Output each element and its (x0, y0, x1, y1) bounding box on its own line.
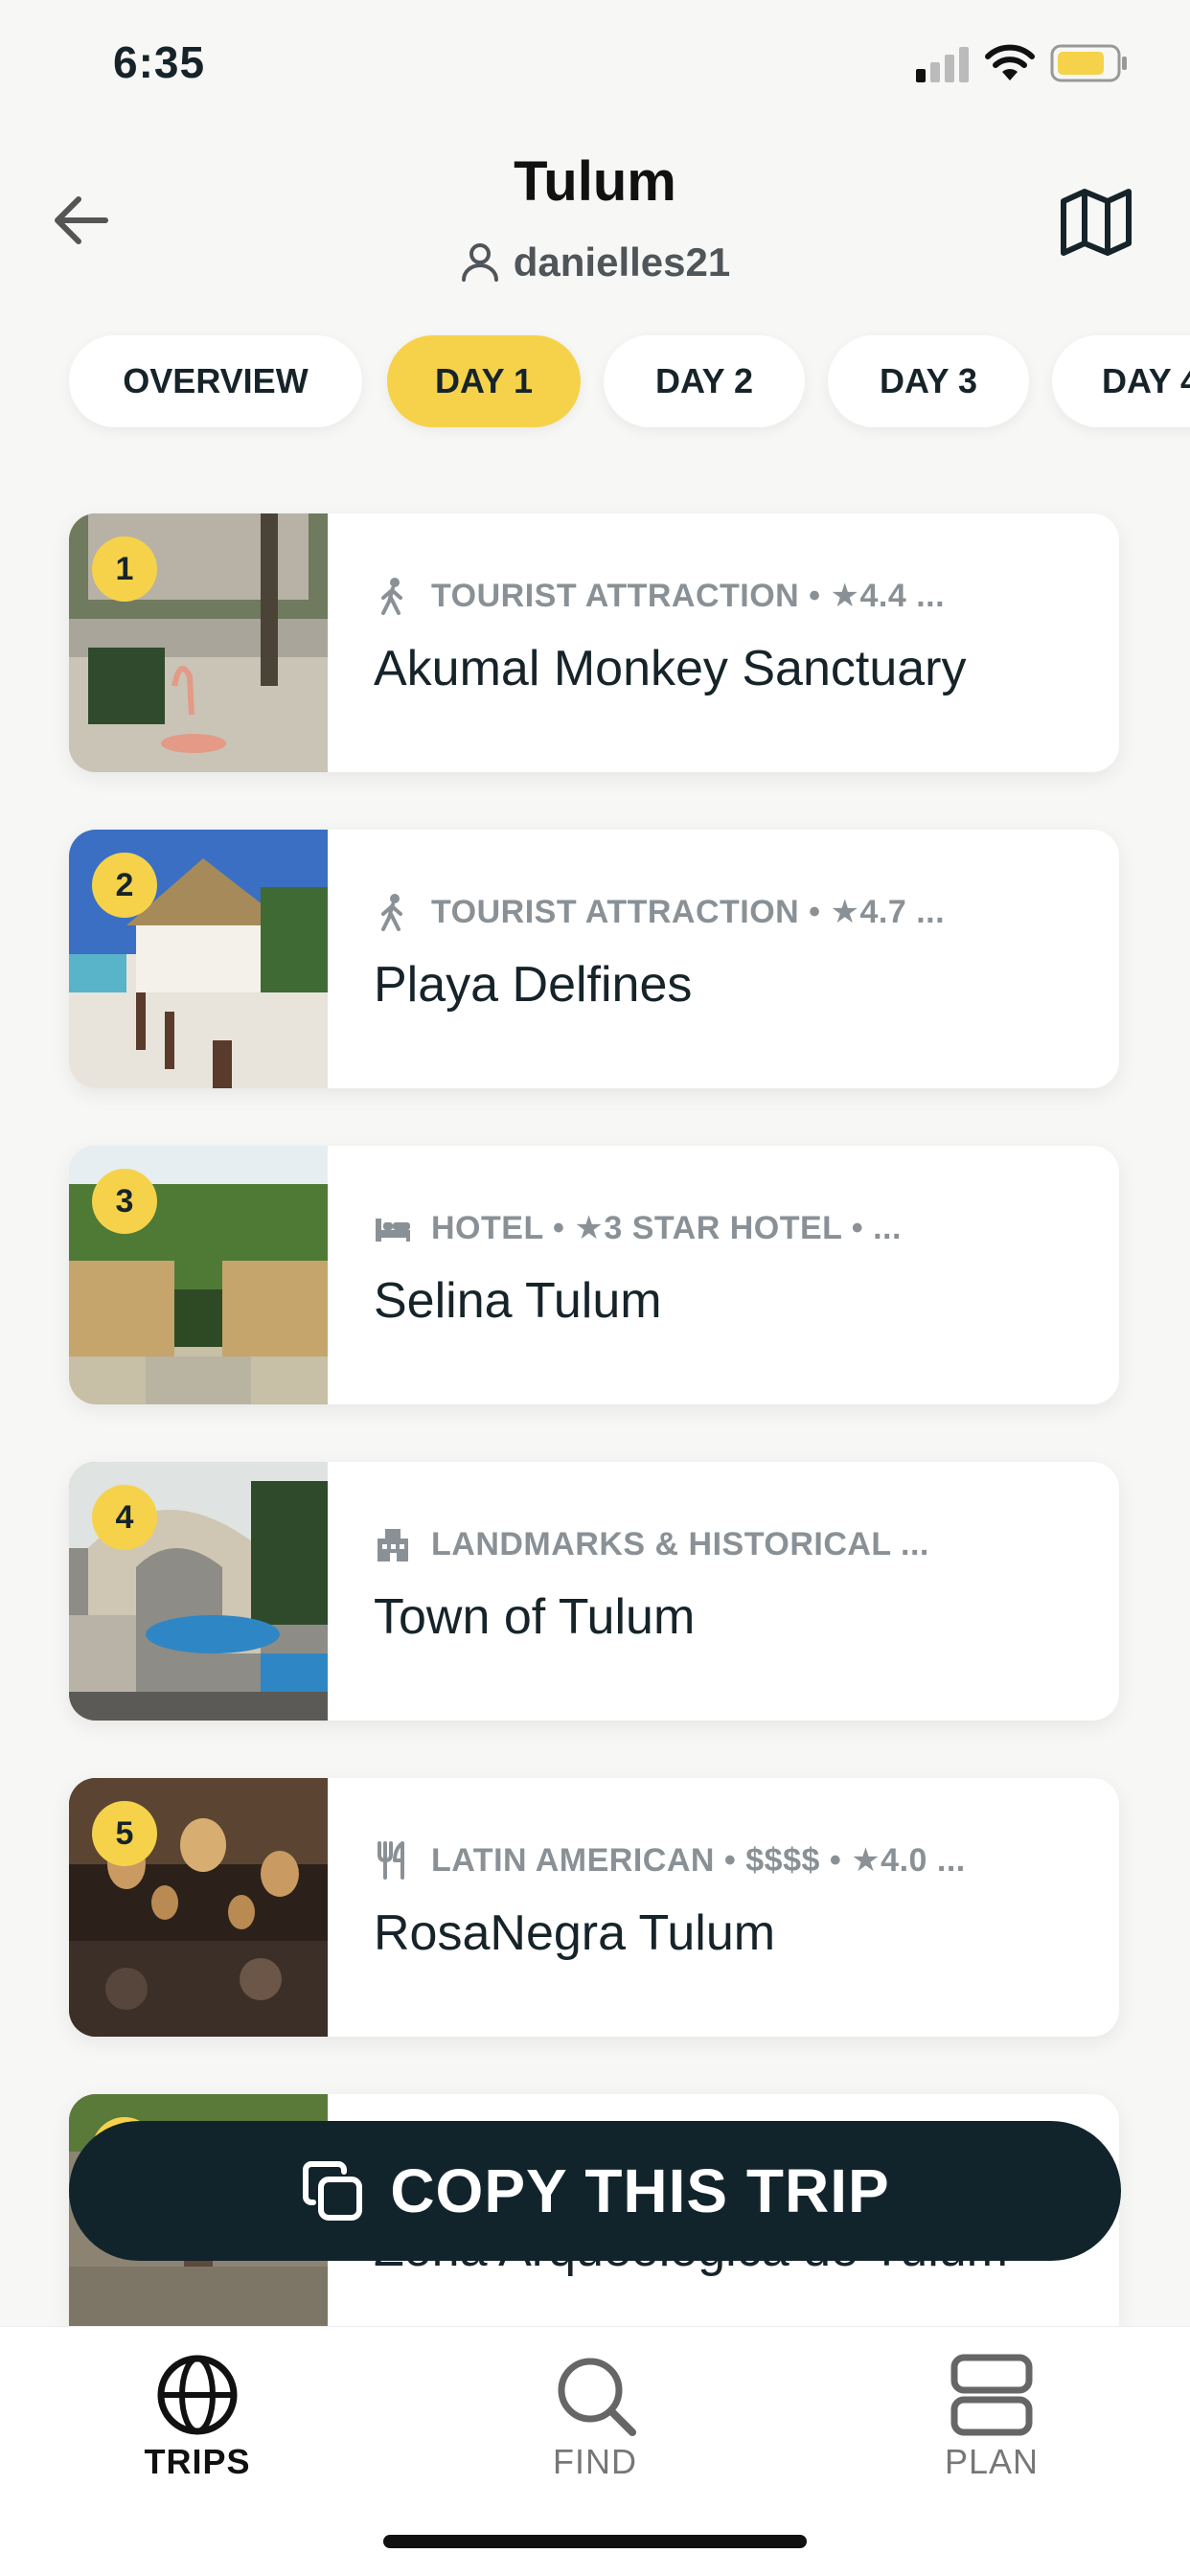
copy-trip-label: COPY THIS TRIP (390, 2156, 890, 2225)
tab-overview[interactable]: OVERVIEW (69, 335, 362, 427)
status-time: 6:35 (113, 37, 206, 87)
building-icon (378, 1529, 408, 1562)
search-icon (558, 2358, 636, 2436)
status-bar: 6:35 (0, 0, 1190, 125)
place-category: LATIN AMERICAN • $$$$ • ★4.0 ... (374, 1837, 1081, 1883)
trip-owner[interactable]: danielles21 (0, 239, 1190, 285)
nav-label: TRIPS (144, 2442, 251, 2481)
stop-number-badge: 2 (92, 853, 157, 918)
globe-icon (157, 2355, 238, 2435)
user-icon (461, 243, 498, 282)
stop-number-badge: 4 (92, 1485, 157, 1550)
stop-number-badge: 5 (92, 1801, 157, 1866)
copy-icon (303, 2161, 363, 2221)
stop-number-badge: 3 (92, 1169, 157, 1234)
place-name: Playa Delfines (374, 957, 693, 1013)
page-title: Tulum (514, 150, 676, 213)
place-card[interactable]: 2 TOURIST ATTRACTION • ★4.7 ... Playa De… (69, 830, 1119, 1088)
place-name: Akumal Monkey Sanctuary (374, 641, 967, 696)
place-category: LANDMARKS & HISTORICAL ... (374, 1521, 1081, 1567)
tab-day-3[interactable]: DAY 3 (828, 335, 1029, 427)
cellular-signal-icon (916, 47, 969, 82)
place-category: TOURIST ATTRACTION • ★4.4 ... (374, 573, 1081, 619)
day-tabs: OVERVIEW DAY 1 DAY 2 DAY 3 DAY 4 (0, 335, 1190, 431)
place-card[interactable]: 1 TOURIST ATTRACTION • ★4.4 ... Akumal M… (69, 513, 1119, 772)
battery-icon (1050, 44, 1127, 82)
place-name: Town of Tulum (374, 1589, 696, 1645)
nav-label: PLAN (944, 2442, 1040, 2481)
walking-icon (381, 894, 402, 931)
tab-day-4[interactable]: DAY 4 (1052, 335, 1190, 427)
home-indicator[interactable] (383, 2535, 807, 2548)
nav-trips[interactable]: TRIPS (92, 2352, 303, 2482)
map-icon[interactable] (1058, 184, 1134, 261)
place-name: RosaNegra Tulum (374, 1905, 776, 1961)
copy-trip-button[interactable]: COPY THIS TRIP (69, 2121, 1121, 2261)
place-category: TOURIST ATTRACTION • ★4.7 ... (374, 889, 1081, 935)
username: danielles21 (513, 239, 731, 285)
place-card[interactable]: 5 LATIN AMERICAN • $$$$ • ★4.0 ... RosaN… (69, 1778, 1119, 2037)
stop-number-badge: 1 (92, 536, 157, 602)
plan-icon (950, 2354, 1033, 2436)
nav-find[interactable]: FIND (490, 2352, 700, 2482)
bed-icon (376, 1219, 410, 1242)
tab-day-2[interactable]: DAY 2 (604, 335, 805, 427)
place-card[interactable]: 3 HOTEL • ★3 STAR HOTEL • ... Selina Tul… (69, 1146, 1119, 1404)
nav-label: FIND (553, 2442, 637, 2481)
place-card[interactable]: 4 LANDMARKS & HISTORICAL ... Town of Tul… (69, 1462, 1119, 1721)
wifi-icon (985, 44, 1035, 80)
walking-icon (381, 578, 402, 615)
place-category: HOTEL • ★3 STAR HOTEL • ... (374, 1205, 1081, 1251)
tab-day-1[interactable]: DAY 1 (387, 335, 581, 427)
utensils-icon (378, 1841, 404, 1880)
place-name: Selina Tulum (374, 1273, 662, 1329)
header: Tulum danielles21 (0, 125, 1190, 316)
nav-plan[interactable]: PLAN (886, 2352, 1097, 2482)
